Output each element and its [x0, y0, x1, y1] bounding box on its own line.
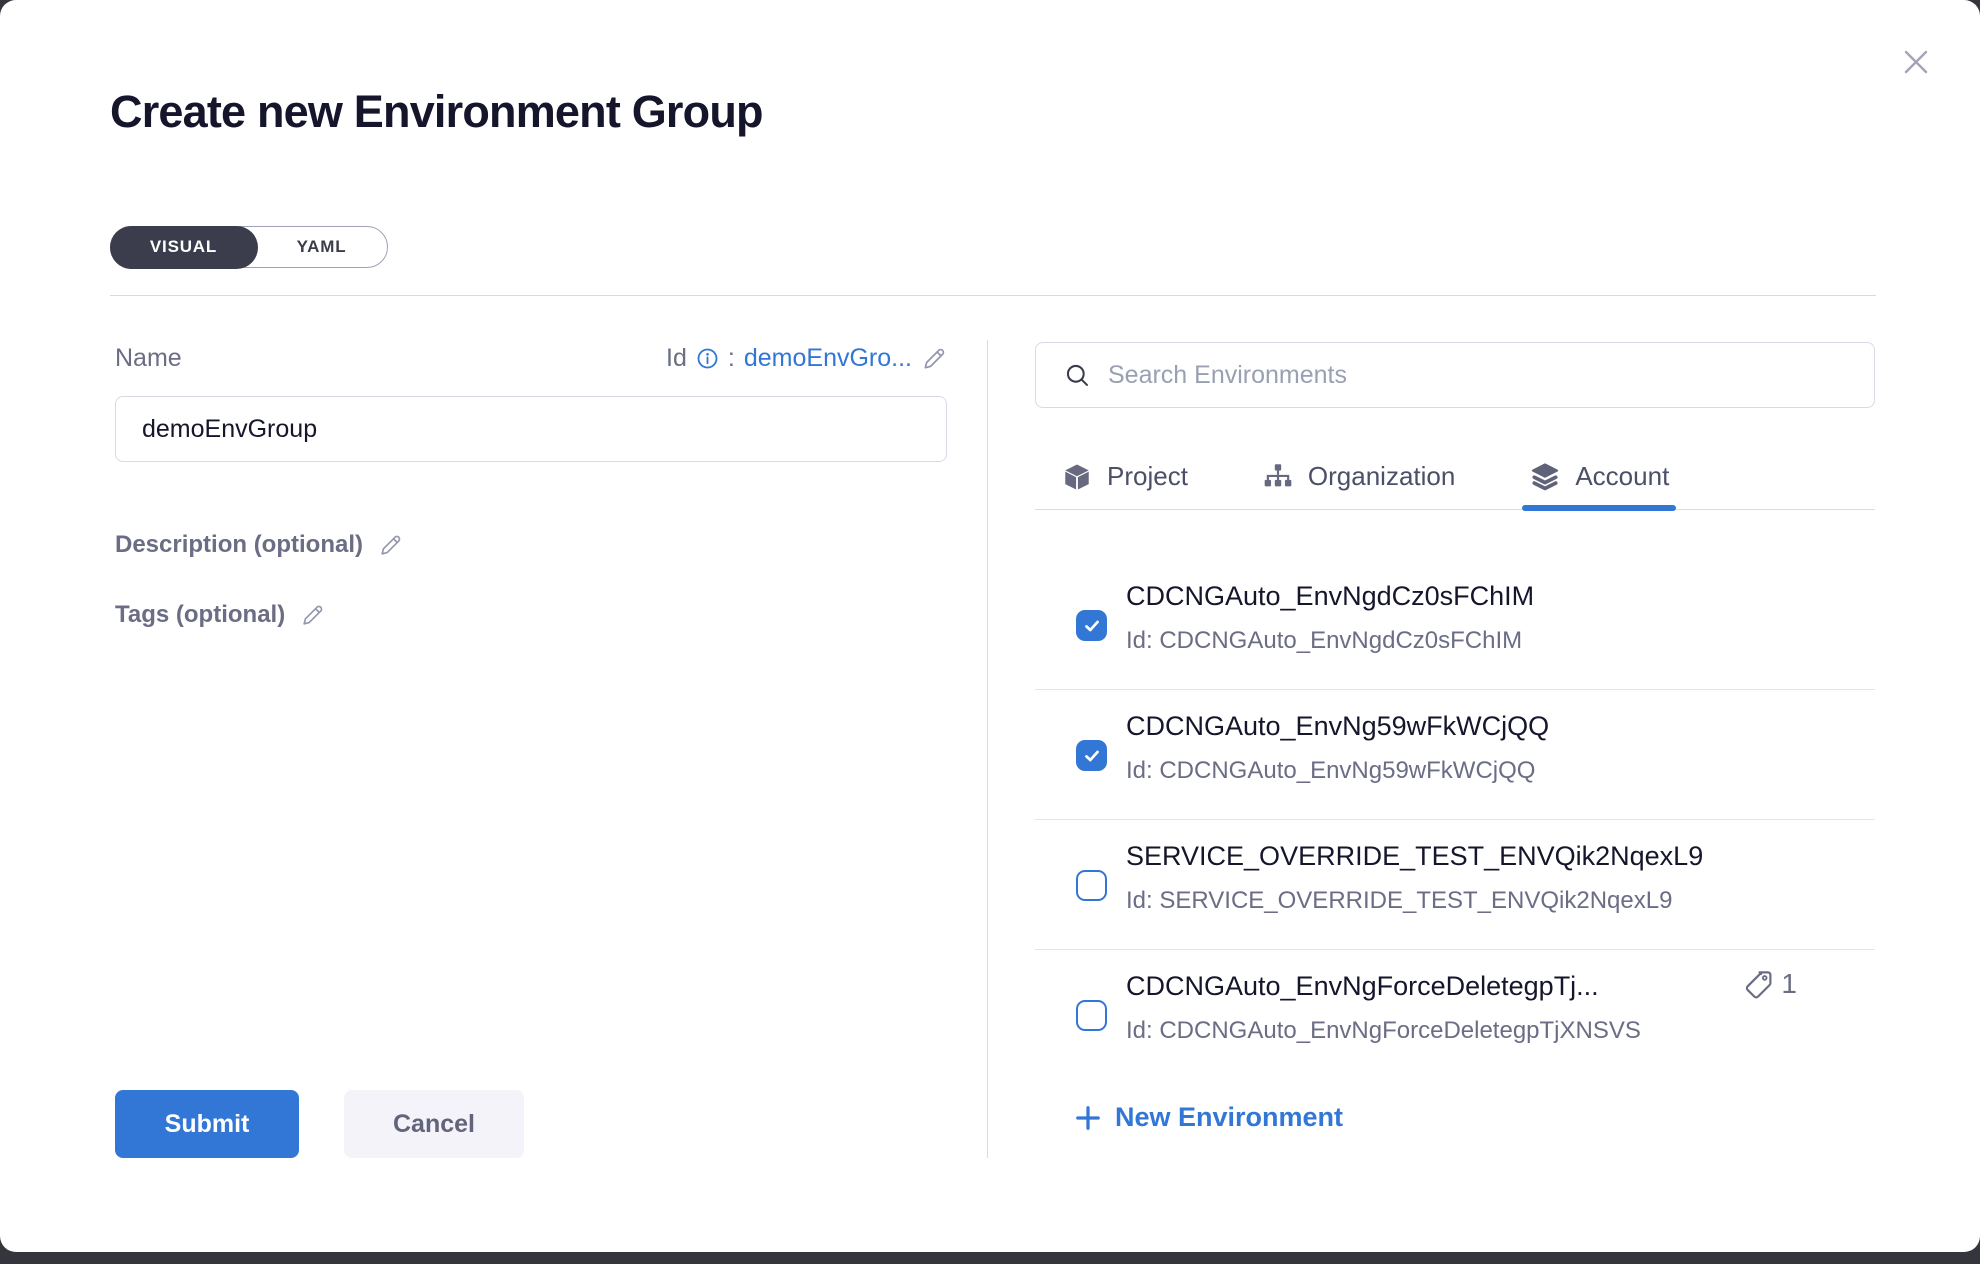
name-input[interactable]: [115, 396, 947, 462]
environment-checkbox-unchecked[interactable]: [1076, 1000, 1107, 1031]
edit-id-pencil-icon[interactable]: [921, 346, 947, 372]
edit-tags-pencil-icon[interactable]: [300, 603, 325, 628]
id-label: Id: [666, 344, 687, 373]
environment-row[interactable]: CDCNGAuto_EnvNgForceDeletegpTj... Id: CD…: [1035, 950, 1875, 1047]
search-input[interactable]: [1108, 361, 1854, 390]
panel-divider: [987, 340, 988, 1158]
name-id-row: Name Id : demoEnvGro...: [115, 344, 947, 373]
tab-account-label: Account: [1575, 461, 1669, 492]
sitemap-icon: [1262, 461, 1294, 493]
create-environment-group-modal: Create new Environment Group VISUAL YAML…: [0, 0, 1980, 1252]
environment-name: CDCNGAuto_EnvNg59wFkWCjQQ: [1126, 711, 1875, 742]
tag-count: 1: [1781, 968, 1797, 1000]
name-label: Name: [115, 344, 182, 373]
search-environments-box: [1035, 342, 1875, 408]
id-colon: :: [728, 344, 735, 373]
page-title: Create new Environment Group: [110, 86, 763, 138]
new-environment-button[interactable]: New Environment: [1074, 1102, 1343, 1133]
environment-name: SERVICE_OVERRIDE_TEST_ENVQik2NqexL9: [1126, 841, 1875, 872]
description-label: Description (optional): [115, 531, 363, 559]
tags-row: Tags (optional): [115, 601, 325, 629]
info-icon[interactable]: [696, 347, 719, 370]
environment-id: Id: SERVICE_OVERRIDE_TEST_ENVQik2NqexL9: [1126, 887, 1875, 915]
environment-checkbox-checked[interactable]: [1076, 740, 1107, 771]
tab-account[interactable]: Account: [1522, 444, 1676, 509]
plus-icon: [1074, 1104, 1102, 1132]
tags-label: Tags (optional): [115, 601, 285, 629]
new-environment-label: New Environment: [1115, 1102, 1343, 1133]
id-value-link[interactable]: demoEnvGro...: [744, 344, 912, 373]
environment-id: Id: CDCNGAuto_EnvNg59wFkWCjQQ: [1126, 757, 1875, 785]
tag-count-badge: 1: [1743, 968, 1797, 1000]
tab-project[interactable]: Project: [1054, 444, 1195, 509]
search-icon: [1064, 362, 1091, 389]
tab-organization-label: Organization: [1308, 461, 1455, 492]
layers-icon: [1529, 461, 1561, 493]
environment-checkbox-unchecked[interactable]: [1076, 870, 1107, 901]
edit-description-pencil-icon[interactable]: [378, 533, 403, 558]
tab-project-label: Project: [1107, 461, 1188, 492]
scope-tabs: Project Organization Account: [1035, 444, 1875, 510]
environment-row[interactable]: SERVICE_OVERRIDE_TEST_ENVQik2NqexL9 Id: …: [1035, 820, 1875, 950]
description-row: Description (optional): [115, 531, 403, 559]
submit-button[interactable]: Submit: [115, 1090, 299, 1158]
environment-id: Id: CDCNGAuto_EnvNgdCz0sFChIM: [1126, 627, 1875, 655]
id-cluster: Id : demoEnvGro...: [666, 344, 947, 373]
environment-checkbox-checked[interactable]: [1076, 610, 1107, 641]
environment-text: SERVICE_OVERRIDE_TEST_ENVQik2NqexL9 Id: …: [1126, 820, 1875, 915]
environment-list: CDCNGAuto_EnvNgdCz0sFChIM Id: CDCNGAuto_…: [1035, 560, 1875, 1047]
environment-name: CDCNGAuto_EnvNgdCz0sFChIM: [1126, 581, 1875, 612]
header-divider: [110, 295, 1876, 296]
toggle-visual[interactable]: VISUAL: [110, 226, 258, 269]
environment-row[interactable]: CDCNGAuto_EnvNgdCz0sFChIM Id: CDCNGAuto_…: [1035, 560, 1875, 690]
environment-row[interactable]: CDCNGAuto_EnvNg59wFkWCjQQ Id: CDCNGAuto_…: [1035, 690, 1875, 820]
tab-organization[interactable]: Organization: [1255, 444, 1462, 509]
tag-icon: [1743, 969, 1774, 1000]
visual-yaml-toggle: VISUAL YAML: [110, 226, 388, 268]
environment-id: Id: CDCNGAuto_EnvNgForceDeletegpTjXNSVS: [1126, 1017, 1875, 1045]
cancel-button[interactable]: Cancel: [344, 1090, 524, 1158]
cube-icon: [1061, 461, 1093, 493]
environment-text: CDCNGAuto_EnvNgdCz0sFChIM Id: CDCNGAuto_…: [1126, 560, 1875, 655]
environment-text: CDCNGAuto_EnvNg59wFkWCjQQ Id: CDCNGAuto_…: [1126, 690, 1875, 785]
toggle-yaml[interactable]: YAML: [256, 227, 387, 267]
close-icon[interactable]: [1894, 40, 1938, 84]
